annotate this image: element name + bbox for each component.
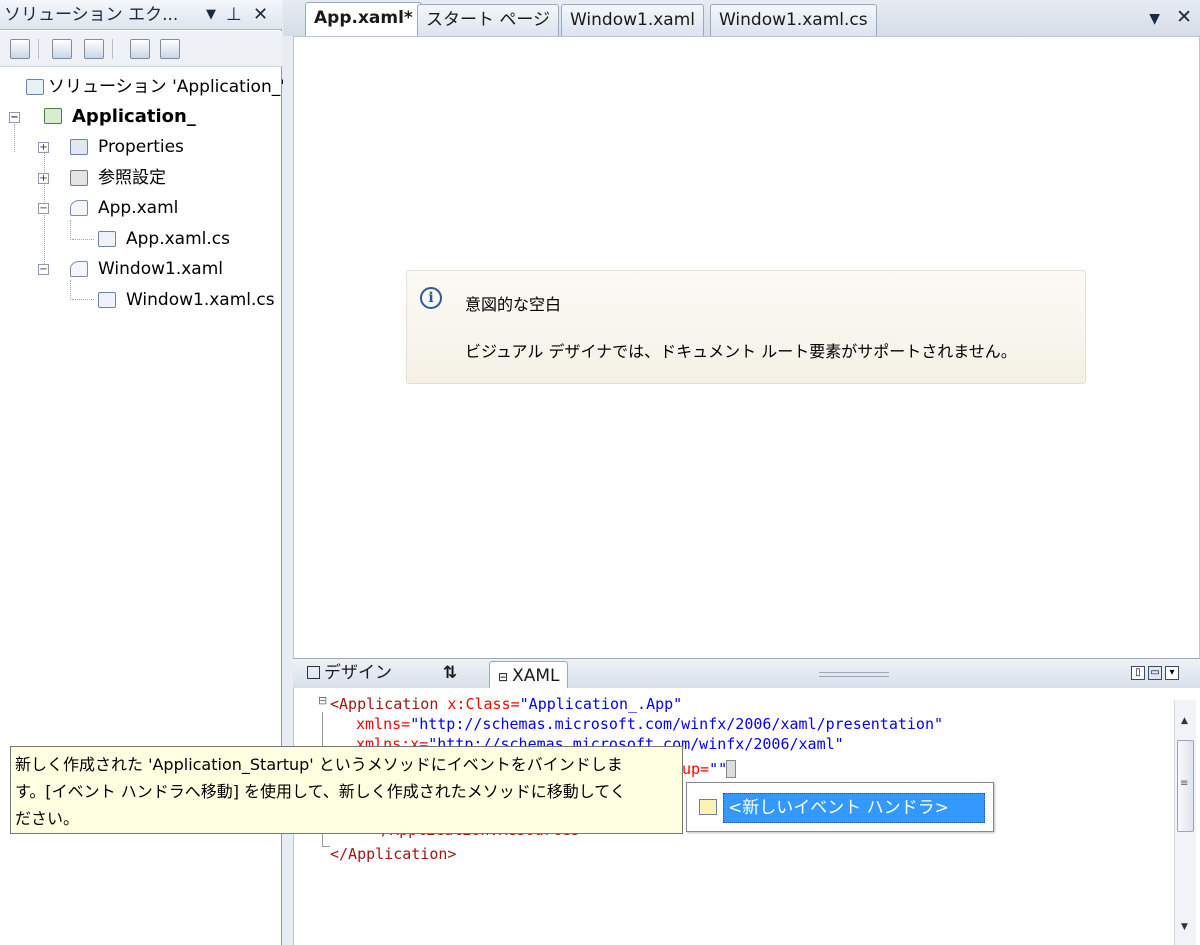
toolbar-separator [112,39,113,59]
tree-item-solution[interactable]: ソリューション 'Application_' [0,74,285,100]
collapse-icon[interactable]: − [9,112,20,123]
tooltip-line: 新しく作成された 'Application_Startup' というメソッドにイ… [15,755,623,774]
tree-item-label: App.xaml [98,198,179,218]
tab-xaml-label: XAML [512,666,560,686]
info-message: ビジュアル デザイナでは、ドキュメント ルート要素がサポートされません。 [465,342,1017,361]
vertical-split-icon[interactable]: ▯ [1131,666,1145,680]
tree-item-label: Properties [98,137,184,157]
event-handler-icon [699,799,717,815]
info-icon: i [420,287,442,309]
dropdown-arrow-icon[interactable]: ▼ [206,0,216,30]
tooltip-line: ださい。 [15,809,80,828]
properties-folder-icon [70,139,88,155]
collapse-pane-icon[interactable]: ▾ [1165,666,1179,680]
code-line: xmlns="http://schemas.microsoft.com/winf… [356,715,944,733]
solution-explorer-title: ソリューション エク... [4,5,179,25]
outline-collapse-icon[interactable]: ⊟ [318,694,327,707]
toolbar-separator [38,39,39,59]
tooltip-line: す。[イベント ハンドラへ移動] を使用して、新しく作成されたメソッドに移動して… [15,782,626,801]
event-handler-tooltip: 新しく作成された 'Application_Startup' というメソッドにイ… [10,746,683,834]
intellisense-popup: <新しいイベント ハンドラ> [686,782,994,832]
expand-icon[interactable]: + [38,173,49,184]
properties-icon[interactable] [10,39,30,59]
scroll-up-icon[interactable]: ▲ [1181,716,1188,726]
splitter-grip[interactable] [819,676,889,677]
tree-item-window1-xaml-cs[interactable]: Window1.xaml.cs [0,287,282,313]
xaml-file-icon [70,200,88,216]
tree-item-references[interactable]: + 参照設定 [0,165,282,191]
view-designer-icon[interactable] [160,39,180,59]
close-document-icon[interactable]: ✕ [1176,6,1192,28]
swap-panes-button[interactable]: ⇅ [443,659,457,687]
document-controls: ▼ ✕ [1149,6,1192,28]
document-tab-strip: App.xaml* スタート ページ Window1.xaml Window1.… [283,0,1200,36]
collapse-icon[interactable]: − [38,203,49,214]
tab-start-page[interactable]: スタート ページ [417,4,560,36]
tree-item-window1-xaml[interactable]: − Window1.xaml [0,256,282,282]
vertical-scrollbar[interactable]: ▲ ≡ ▼ [1174,700,1196,945]
solution-explorer-toolbar [0,31,282,67]
solution-icon [26,79,44,95]
xaml-file-icon [70,261,88,277]
tab-dropdown-icon[interactable]: ▼ [1149,11,1160,27]
design-view-icon [307,666,320,679]
view-code-icon[interactable] [130,39,150,59]
pin-icon[interactable]: ⊥ [226,0,242,30]
tab-design[interactable]: デザイン [307,659,392,687]
cs-file-icon [98,231,116,247]
horizontal-split-icon[interactable]: ▭ [1148,666,1162,680]
new-event-handler-item[interactable]: <新しいイベント ハンドラ> [723,793,985,823]
expand-icon[interactable]: + [38,142,49,153]
scroll-down-icon[interactable]: ▼ [1181,922,1188,932]
tab-window1-xaml-cs[interactable]: Window1.xaml.cs [710,4,877,36]
refresh-icon[interactable] [84,39,104,59]
tab-app-xaml[interactable]: App.xaml* [305,2,422,36]
tab-xaml[interactable]: ⊟ XAML [489,661,569,690]
tree-item-label: App.xaml.cs [126,229,230,249]
collapse-icon[interactable]: − [38,264,49,275]
tree-item-label: Application_ [72,106,196,127]
tree-item-app-xaml-cs[interactable]: App.xaml.cs [0,226,282,252]
tree-item-label: Window1.xaml.cs [126,290,275,310]
code-line: </Application> [330,845,457,863]
tree-item-label: ソリューション 'Application_' [48,77,285,97]
tree-item-label: 参照設定 [98,168,166,188]
code-line: <Application x:Class="Application_.App" [330,695,683,713]
thumb-grip-icon: ≡ [1180,778,1189,789]
info-title: 意図的な空白 [465,295,562,314]
solution-explorer-title-bar: ソリューション エク... ▼ ⊥ ✕ [0,0,282,30]
view-switcher-bar: デザイン ⇅ ⊟ XAML ▯ ▭ ▾ [293,658,1200,690]
tree-item-properties[interactable]: + Properties [0,134,282,160]
tree-item-app-xaml[interactable]: − App.xaml [0,195,282,221]
info-message-box: i 意図的な空白 ビジュアル デザイナでは、ドキュメント ルート要素がサポートさ… [406,270,1086,384]
close-icon[interactable]: ✕ [253,0,268,30]
tree-item-project[interactable]: − Application_ [0,104,282,130]
xaml-view-icon: ⊟ [498,670,509,684]
text-cursor [726,760,736,778]
csharp-project-icon [44,108,62,124]
references-icon [70,170,88,186]
tab-window1-xaml[interactable]: Window1.xaml [561,4,705,36]
show-all-files-icon[interactable] [52,39,72,59]
cs-file-icon [98,292,116,308]
splitter-grip[interactable] [819,672,889,673]
tab-design-label: デザイン [324,663,392,683]
outline-line [322,846,330,847]
tree-item-label: Window1.xaml [98,259,224,279]
